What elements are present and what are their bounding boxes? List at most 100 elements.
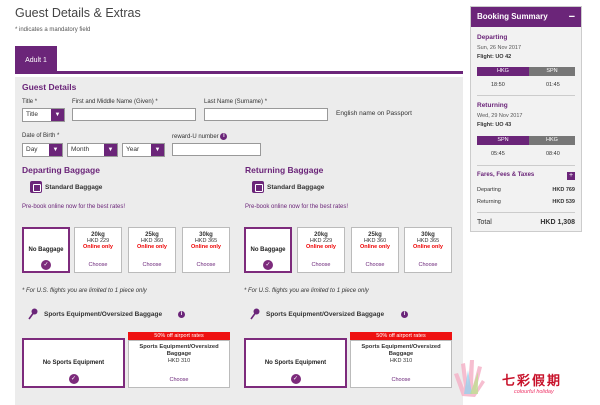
divider xyxy=(477,95,575,96)
sports-equipment-option[interactable]: Sports Equipment/Oversized Baggage HKD 3… xyxy=(128,340,230,388)
sports-equipment-icon xyxy=(250,308,260,320)
dob-label: Date of Birth * xyxy=(22,133,60,139)
returning-route: SPN HKG xyxy=(477,136,575,145)
sports-equipment-heading: Sports Equipment/Oversized Baggage xyxy=(266,311,385,318)
booking-summary: Booking Summary − Departing Sun, 26 Nov … xyxy=(470,6,582,232)
returning-fare-row: Returning HKD 539 xyxy=(477,199,575,205)
baggage-promo: Pre-book online now for the best rates! xyxy=(22,204,126,210)
divider xyxy=(477,212,575,213)
choose-link[interactable]: Choose xyxy=(405,262,451,268)
standard-baggage-label: Standard Baggage xyxy=(267,184,325,191)
first-name-label: First and Middle Name (Given) * xyxy=(72,99,158,105)
check-icon: ✓ xyxy=(290,374,301,384)
baggage-option-20kg[interactable]: 20kg HKD 229 Online only Choose xyxy=(297,227,345,273)
reward-label-text: reward-U number xyxy=(172,134,219,141)
title-select[interactable]: Title ▼ xyxy=(22,108,65,122)
brand-name-cn: 七彩假期 xyxy=(502,373,563,388)
no-baggage-card[interactable]: No Baggage ✓ xyxy=(244,227,292,273)
day-value: Day xyxy=(26,146,38,153)
total-label: Total xyxy=(477,219,492,226)
guest-panel: Guest Details Title * Title ▼ First and … xyxy=(15,77,463,405)
chevron-down-icon: ▼ xyxy=(151,144,164,156)
divider xyxy=(477,165,575,166)
sports-equipment-heading: Sports Equipment/Oversized Baggage xyxy=(44,311,163,318)
sports-option-name: Sports Equipment/Oversized Baggage xyxy=(139,344,219,357)
no-sports-equipment-card[interactable]: No Sports Equipment ✓ xyxy=(22,338,125,388)
destination-code: SPN xyxy=(529,67,575,76)
info-icon[interactable]: i xyxy=(178,311,185,318)
sports-option-price: HKD 310 xyxy=(167,358,191,364)
check-icon: ✓ xyxy=(41,260,51,270)
arrival-time: 01:45 xyxy=(546,82,560,88)
total-amount: HKD 1,308 xyxy=(540,219,575,226)
expand-icon[interactable]: + xyxy=(567,172,575,180)
last-name-label: Last Name (Surname) * xyxy=(204,99,268,105)
choose-link[interactable]: Choose xyxy=(183,262,229,268)
info-icon[interactable]: i xyxy=(401,311,408,318)
info-icon[interactable]: i xyxy=(220,133,228,140)
first-name-input[interactable] xyxy=(72,108,196,121)
us-flight-note: * For U.S. flights you are limited to 1 … xyxy=(244,288,369,294)
sports-option-name: Sports Equipment/Oversized Baggage xyxy=(361,344,441,357)
no-baggage-card[interactable]: No Baggage ✓ xyxy=(22,227,70,273)
arrival-time: 08:40 xyxy=(546,151,560,157)
booking-summary-header[interactable]: Booking Summary − xyxy=(471,7,581,27)
no-baggage-label: No Baggage xyxy=(250,247,286,253)
fare-row-amount: HKD 769 xyxy=(552,187,575,193)
baggage-option-30kg[interactable]: 30kg HKD 365 Online only Choose xyxy=(404,227,452,273)
us-flight-note: * For U.S. flights you are limited to 1 … xyxy=(22,288,147,294)
year-value: Year xyxy=(126,146,140,153)
choose-link[interactable]: Choose xyxy=(351,377,451,383)
departure-time: 05:45 xyxy=(491,151,505,157)
departing-baggage-heading: Departing Baggage xyxy=(22,165,100,175)
choose-link[interactable]: Choose xyxy=(298,262,344,268)
dob-year-select[interactable]: Year ▼ xyxy=(122,143,165,157)
chevron-down-icon: ▼ xyxy=(51,109,64,121)
standard-baggage-label: Standard Baggage xyxy=(45,184,103,191)
booking-summary-title: Booking Summary xyxy=(477,12,548,21)
sports-option-price: HKD 310 xyxy=(389,358,413,364)
online-only-label: Online only xyxy=(191,244,221,250)
choose-link[interactable]: Choose xyxy=(129,262,175,268)
guest-details-heading: Guest Details xyxy=(22,82,77,92)
choose-link[interactable]: Choose xyxy=(352,262,398,268)
baggage-option-20kg[interactable]: 20kg HKD 229 Online only Choose xyxy=(74,227,122,273)
reward-label: reward-U number i xyxy=(172,133,228,141)
origin-code: SPN xyxy=(477,136,529,145)
month-value: Month xyxy=(71,146,90,153)
online-only-label: Online only xyxy=(413,244,443,250)
chevron-down-icon: ▼ xyxy=(104,144,117,156)
fare-row-label: Departing xyxy=(477,187,501,193)
sports-equipment-option[interactable]: Sports Equipment/Oversized Baggage HKD 3… xyxy=(350,340,452,388)
choose-link[interactable]: Choose xyxy=(129,377,229,383)
mandatory-note: * indicates a mandatory field xyxy=(15,27,91,33)
online-only-label: Online only xyxy=(306,244,336,250)
sports-equipment-icon xyxy=(28,308,38,320)
reward-number-input[interactable] xyxy=(172,143,261,156)
tab-adult-1[interactable]: Adult 1 xyxy=(15,46,57,74)
no-sports-equipment-card[interactable]: No Sports Equipment ✓ xyxy=(244,338,347,388)
departure-time: 18:50 xyxy=(491,82,505,88)
page-title: Guest Details & Extras xyxy=(15,6,141,20)
choose-link[interactable]: Choose xyxy=(75,262,121,268)
baggage-promo: Pre-book online now for the best rates! xyxy=(245,204,349,210)
fare-row-amount: HKD 539 xyxy=(552,199,575,205)
online-only-label: Online only xyxy=(360,244,390,250)
collapse-icon[interactable]: − xyxy=(569,7,575,27)
discount-banner: 50% off airport rates xyxy=(128,332,230,340)
dob-month-select[interactable]: Month ▼ xyxy=(67,143,118,157)
dob-day-select[interactable]: Day ▼ xyxy=(22,143,63,157)
discount-banner: 50% off airport rates xyxy=(350,332,452,340)
check-icon: ✓ xyxy=(68,374,79,384)
destination-code: HKG xyxy=(529,136,575,145)
suitcase-icon xyxy=(252,181,264,193)
suitcase-icon xyxy=(30,181,42,193)
baggage-option-25kg[interactable]: 25kg HKD 360 Online only Choose xyxy=(128,227,176,273)
last-name-input[interactable] xyxy=(204,108,328,121)
baggage-option-25kg[interactable]: 25kg HKD 360 Online only Choose xyxy=(351,227,399,273)
chevron-down-icon: ▼ xyxy=(49,144,62,156)
baggage-option-30kg[interactable]: 30kg HKD 365 Online only Choose xyxy=(182,227,230,273)
no-sports-label: No Sports Equipment xyxy=(264,360,327,366)
title-label: Title * xyxy=(22,99,38,105)
returning-date: Wed, 29 Nov 2017 xyxy=(477,113,523,119)
